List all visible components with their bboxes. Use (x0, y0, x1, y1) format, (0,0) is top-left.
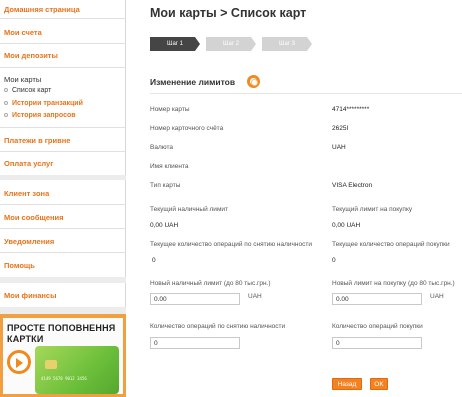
cash-ops-count-input[interactable] (150, 337, 240, 349)
sidebar-item-messages[interactable]: Мои сообщения (4, 213, 64, 222)
sidebar-subitem-label: Список карт (12, 87, 52, 94)
sidebar-block-cards: Мои карты Список карт Истории транзакций… (0, 67, 126, 175)
sidebar-item-client-zone[interactable]: Клиент зона (4, 189, 49, 198)
divider (0, 252, 126, 253)
client-name-label: Имя клиента (150, 163, 189, 170)
purchase-ops-value: 0 (332, 257, 336, 264)
page-title: Мои карты > Список карт (150, 6, 307, 20)
divider (0, 18, 126, 19)
cash-ops-count-label: Количество операций по снятию наличности (150, 323, 286, 330)
bank-card-image: 4149 5678 9012 3456 (35, 346, 119, 394)
new-purchase-limit-label: Новый лимит на покупку (до 80 тыс.грн.) (332, 280, 455, 287)
section-title: Изменение лимитов (150, 77, 236, 87)
promo-panel: ПРОСТЕ ПОПОВНЕННЯ КАРТКИ 4149 5678 9012 … (3, 318, 123, 394)
sidebar: Домашняя страница Мои счета Мои депозиты… (0, 0, 126, 397)
bullet-icon (4, 88, 8, 93)
sidebar-subitem-card-list[interactable]: Список карт (4, 87, 51, 94)
new-cash-limit-label: Новый наличный лимит (до 80 тыс.грн.) (150, 280, 271, 287)
lifebuoy-icon[interactable] (247, 75, 260, 88)
card-number-text: 4149 5678 9012 3456 (41, 376, 87, 381)
back-button[interactable]: Назад (332, 378, 362, 390)
divider (0, 43, 126, 44)
step-3: Шаг 3 (262, 37, 312, 51)
divider (0, 67, 126, 68)
card-number-value: 4714********* (332, 106, 370, 113)
purchase-limit-label: Текущий лимит на покупку (332, 206, 413, 213)
currency-label: Валюта (150, 144, 173, 151)
new-cash-limit-unit: UAH (248, 293, 262, 300)
sidebar-subitem-transactions[interactable]: Истории транзакций (4, 100, 83, 107)
cash-limit-label: Текущий наличный лимит (150, 206, 229, 213)
currency-value: UAH (332, 144, 346, 151)
main-content: Мои карты > Список карт Шаг 1 Шаг 2 Шаг … (126, 0, 462, 397)
sidebar-subitem-requests[interactable]: История запросов (4, 112, 76, 119)
sidebar-item-finances[interactable]: Мои финансы (4, 291, 57, 300)
step-2: Шаг 2 (206, 37, 256, 51)
divider (0, 151, 126, 152)
card-chip-icon (45, 360, 57, 369)
divider (0, 127, 126, 128)
step-1: Шаг 1 (150, 37, 200, 51)
promo-banner[interactable]: ПРОСТЕ ПОПОВНЕННЯ КАРТКИ 4149 5678 9012 … (0, 314, 126, 397)
sidebar-block-main: Домашняя страница Мои счета Мои депозиты (0, 0, 126, 72)
sidebar-subitem-label: История запросов (12, 112, 76, 119)
sidebar-item-services[interactable]: Оплата услуг (4, 159, 53, 168)
ok-button[interactable]: OK (370, 378, 388, 390)
sidebar-item-payments[interactable]: Платежи в гривне (4, 136, 70, 145)
card-type-value: VISA Electron (332, 182, 373, 189)
sidebar-item-help[interactable]: Помощь (4, 261, 35, 270)
cash-ops-label: Текущее количество операций по снятию на… (150, 241, 312, 248)
bullet-icon (4, 113, 8, 118)
divider (150, 93, 462, 94)
promo-title: ПРОСТЕ ПОПОВНЕННЯ КАРТКИ (7, 323, 116, 344)
account-number-label: Номер карточного счёта (150, 125, 224, 132)
arrow-right-icon[interactable] (7, 350, 31, 374)
sidebar-item-cards[interactable]: Мои карты (4, 75, 41, 84)
new-purchase-limit-unit: UAH (430, 293, 444, 300)
purchase-ops-count-label: Количество операций покупки (332, 323, 423, 330)
cash-ops-value: 0 (152, 257, 156, 264)
card-type-label: Тип карты (150, 182, 181, 189)
new-purchase-limit-input[interactable] (332, 293, 422, 305)
divider (0, 204, 126, 205)
sidebar-subitem-label: Истории транзакций (12, 100, 83, 107)
purchase-ops-count-input[interactable] (332, 337, 422, 349)
sidebar-item-deposits[interactable]: Мои депозиты (4, 51, 58, 60)
card-number-label: Номер карты (150, 106, 190, 113)
sidebar-item-accounts[interactable]: Мои счета (4, 28, 42, 37)
bullet-icon (4, 101, 8, 106)
purchase-ops-label: Текущее количество операций покупки (332, 241, 450, 248)
sidebar-item-home[interactable]: Домашняя страница (4, 5, 80, 14)
cash-limit-value: 0,00 UAH (150, 222, 179, 229)
purchase-limit-value: 0,00 UAH (332, 222, 361, 229)
sidebar-block-client: Клиент зона Мои сообщения Уведомления По… (0, 180, 126, 277)
divider (0, 228, 126, 229)
new-cash-limit-input[interactable] (150, 293, 240, 305)
sidebar-item-notifications[interactable]: Уведомления (4, 237, 54, 246)
account-number-value: 2625I (332, 125, 349, 132)
sidebar-block-finances: Мои финансы (0, 283, 126, 307)
